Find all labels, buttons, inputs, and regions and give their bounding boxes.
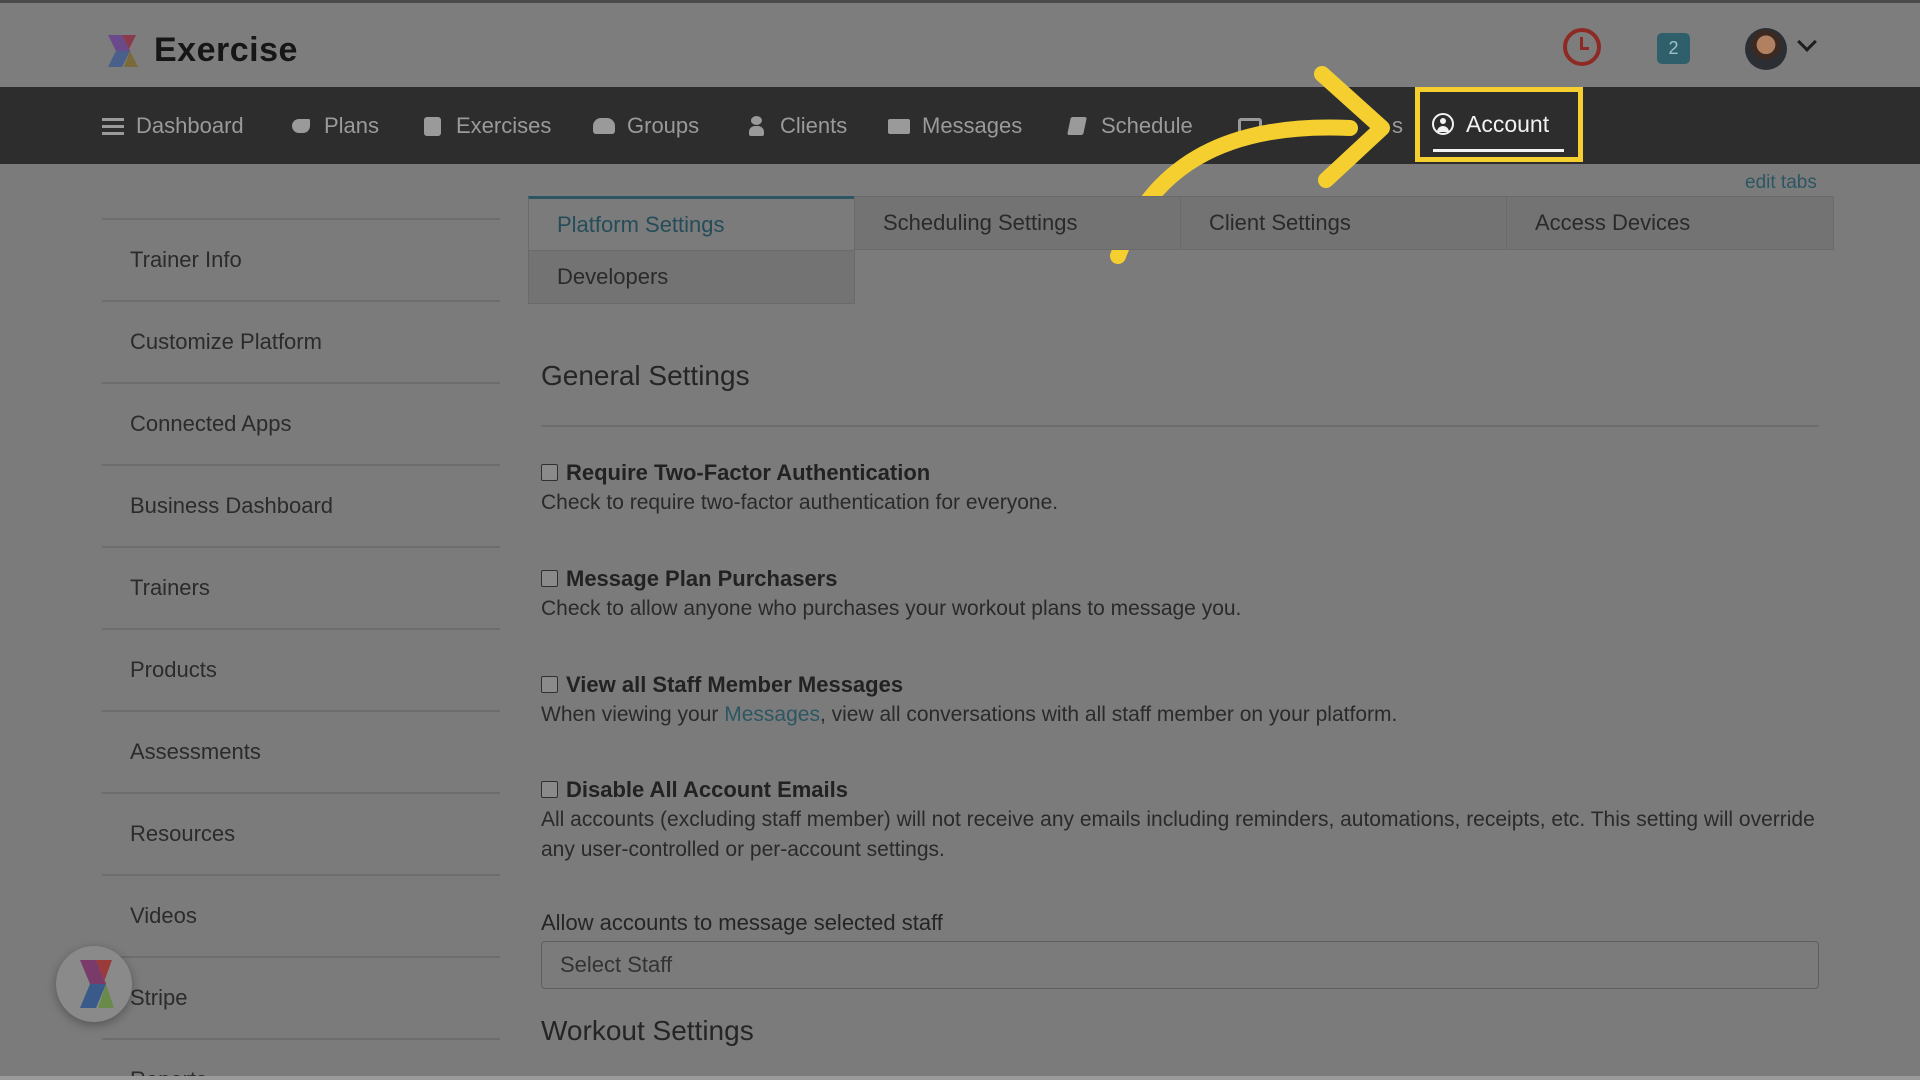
sidebar-item-trainer-info[interactable]: Trainer Info — [102, 218, 500, 300]
sidebar-item-reports[interactable]: Reports — [102, 1038, 500, 1080]
sidebar-item-stripe[interactable]: Stripe — [102, 956, 500, 1038]
nav-item-account[interactable]: Account — [1432, 94, 1549, 154]
setting-description: Check to require two-factor authenticati… — [541, 491, 1059, 514]
setting-description: Check to allow anyone who purchases your… — [541, 597, 1242, 620]
list-icon — [102, 116, 124, 136]
tab-platform-settings[interactable]: Platform Settings — [528, 196, 855, 250]
user-circle-icon — [1432, 113, 1454, 135]
help-launcher-button[interactable] — [56, 946, 132, 1022]
nav-item-label: Plans — [324, 112, 380, 138]
app-name: Exercise — [154, 31, 298, 69]
nav-item-messages[interactable]: Messages — [888, 87, 1022, 164]
edit-tabs-link[interactable]: edit tabs — [1745, 172, 1817, 194]
setting-label: Disable All Account Emails — [566, 777, 849, 802]
chevron-down-icon[interactable] — [1797, 32, 1817, 52]
messages-link[interactable]: Messages — [724, 703, 820, 726]
bottom-edge — [0, 1076, 1920, 1080]
launcher-logo-icon — [80, 960, 114, 1008]
staff-select-label: Allow accounts to message selected staff — [541, 910, 943, 935]
nav-item-dashboard[interactable]: Dashboard — [102, 87, 244, 164]
setting-two-factor: Require Two-Factor Authentication Check … — [541, 460, 1819, 518]
avatar[interactable] — [1745, 28, 1787, 70]
view-staff-messages-checkbox[interactable] — [541, 676, 558, 694]
nav-item-label: Dashboard — [136, 112, 244, 138]
setting-description: When viewing your Messages, view all con… — [541, 700, 1819, 730]
setting-label: View all Staff Member Messages — [566, 672, 904, 697]
group-icon — [593, 116, 615, 136]
section-title: General Settings — [541, 360, 750, 391]
main-nav: Dashboard Plans Exercises Groups Clients… — [0, 87, 1920, 164]
clock-icon[interactable] — [1563, 28, 1601, 66]
nav-item-plans[interactable]: Plans — [290, 87, 379, 164]
sidebar-item-connected-apps[interactable]: Connected Apps — [102, 382, 500, 464]
envelope-icon — [888, 116, 910, 136]
nav-item-label: Clients — [780, 112, 848, 138]
setting-label: Message Plan Purchasers — [566, 566, 838, 591]
sidebar-item-business-dashboard[interactable]: Business Dashboard — [102, 464, 500, 546]
user-icon — [746, 115, 768, 136]
disable-emails-checkbox[interactable] — [541, 781, 558, 799]
calendar-icon — [1067, 116, 1089, 136]
book-icon — [422, 116, 444, 136]
notification-badge[interactable]: 2 — [1657, 33, 1690, 64]
nav-item-label: Exercises — [456, 112, 552, 138]
tab-scheduling-settings[interactable]: Scheduling Settings — [854, 196, 1181, 250]
logo-mark-icon — [104, 33, 142, 69]
nav-item-label: Groups — [627, 112, 700, 138]
nav-item-label: Messages — [922, 112, 1023, 138]
setting-disable-emails: Disable All Account Emails All accounts … — [541, 777, 1819, 865]
description-text: When viewing your — [541, 703, 725, 726]
message-purchasers-checkbox[interactable] — [541, 570, 558, 588]
nav-item-label: Account — [1466, 110, 1550, 137]
staff-select-placeholder: Select Staff — [560, 952, 673, 977]
nav-item-groups[interactable]: Groups — [593, 87, 699, 164]
sidebar-item-trainers[interactable]: Trainers — [102, 546, 500, 628]
sidebar-item-resources[interactable]: Resources — [102, 792, 500, 874]
tab-access-devices[interactable]: Access Devices — [1506, 196, 1834, 250]
description-text: , view all conversations with all staff … — [819, 703, 1398, 726]
section-divider — [541, 425, 1819, 427]
setting-message-purchasers: Message Plan Purchasers Check to allow a… — [541, 566, 1819, 624]
bird-icon — [290, 116, 312, 136]
active-tab-underline — [1433, 149, 1564, 152]
general-settings-section: General Settings — [541, 360, 1819, 392]
setting-description: All accounts (excluding staff member) wi… — [541, 808, 1815, 861]
sidebar-item-customize-platform[interactable]: Customize Platform — [102, 300, 500, 382]
sidebar-item-assessments[interactable]: Assessments — [102, 710, 500, 792]
sidebar-item-products[interactable]: Products — [102, 628, 500, 710]
app-logo[interactable]: Exercise — [104, 31, 298, 70]
staff-select[interactable]: Select Staff — [541, 941, 1819, 989]
two-factor-checkbox[interactable] — [541, 464, 558, 482]
nav-item-clients[interactable]: Clients — [746, 87, 847, 164]
workout-settings-title: Workout Settings — [541, 1015, 754, 1046]
setting-view-staff-messages: View all Staff Member Messages When view… — [541, 672, 1819, 730]
nav-item-exercises[interactable]: Exercises — [422, 87, 551, 164]
settings-sidebar: Trainer Info Customize Platform Connecte… — [102, 218, 500, 1080]
app-header: Exercise 2 — [0, 3, 1920, 87]
tab-developers[interactable]: Developers — [528, 250, 855, 304]
setting-label: Require Two-Factor Authentication — [566, 460, 931, 485]
tab-client-settings[interactable]: Client Settings — [1180, 196, 1507, 250]
sidebar-item-videos[interactable]: Videos — [102, 874, 500, 956]
